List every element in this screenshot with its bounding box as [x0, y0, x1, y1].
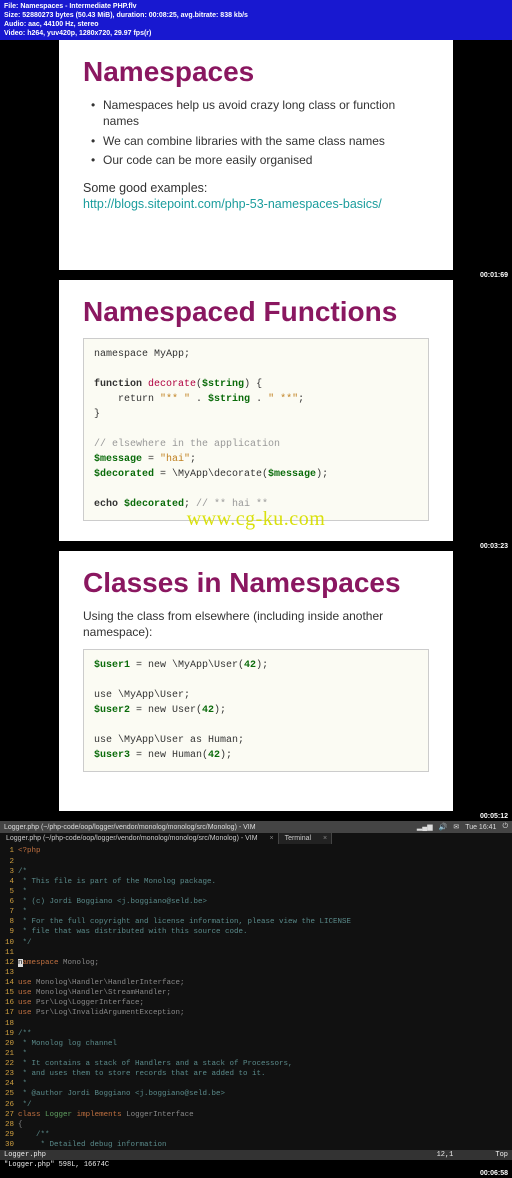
file-info-bar: File: Namespaces - Intermediate PHP.flv …	[0, 0, 512, 40]
file-info-line: File: Namespaces - Intermediate PHP.flv	[4, 2, 508, 11]
slide3-gap: 00:05:12	[0, 811, 512, 821]
terminal-system-bar: Logger.php (~/php-code/oop/logger/vendor…	[0, 821, 512, 833]
vim-line: 13	[0, 968, 512, 978]
slide3-subtitle: Using the class from elsewhere (includin…	[83, 609, 429, 640]
terminal-tab-vim[interactable]: Logger.php (~/php-code/oop/logger/vendor…	[0, 833, 279, 844]
slide-1-wrap: Namespaces Namespaces help us avoid craz…	[0, 40, 512, 270]
vim-line: 12namespace Monolog;	[0, 958, 512, 968]
file-info-line: Audio: aac, 44100 Hz, stereo	[4, 20, 508, 29]
mail-icon: ✉	[453, 823, 459, 831]
power-icon: ⏻	[502, 823, 508, 831]
terminal-tab-shell[interactable]: Terminal×	[279, 833, 332, 844]
volume-icon: 🔊	[439, 823, 448, 831]
vim-status-bar: Logger.php 12,1 Top	[0, 1150, 512, 1160]
watermark: www.cg-ku.com	[187, 508, 326, 531]
close-icon[interactable]: ×	[323, 835, 327, 842]
vim-editor-body[interactable]: 1<?php23/*4 * This file is part of the M…	[0, 844, 512, 1150]
terminal-window-title: Logger.php (~/php-code/oop/logger/vendor…	[4, 824, 256, 831]
slide-classes-namespaces: Classes in Namespaces Using the class fr…	[59, 551, 453, 811]
vim-line: 24 *	[0, 1079, 512, 1089]
terminal-timestamp: 00:06:58	[480, 1170, 508, 1177]
vim-line: 25 * @author Jordi Boggiano <j.boggiano@…	[0, 1089, 512, 1099]
vim-line: 8 * For the full copyright and license i…	[0, 917, 512, 927]
vim-line: 4 * This file is part of the Monolog pac…	[0, 877, 512, 887]
vim-line: 30 * Detailed debug information	[0, 1140, 512, 1150]
vim-line: 7 *	[0, 907, 512, 917]
vim-line: 29 /**	[0, 1130, 512, 1140]
close-icon[interactable]: ×	[269, 835, 273, 842]
vim-status-position: 12,1	[437, 1151, 454, 1159]
slide3-title: Classes in Namespaces	[83, 567, 429, 599]
file-info-line: Video: h264, yuv420p, 1280x720, 29.97 fp…	[4, 29, 508, 38]
slide1-bullet: We can combine libraries with the same c…	[103, 134, 429, 150]
vim-line: 1<?php	[0, 846, 512, 856]
slide2-code: namespace MyApp; function decorate($stri…	[83, 338, 429, 521]
wifi-icon: ▂▄▆	[417, 823, 433, 831]
slide1-examples-label: Some good examples:	[83, 181, 429, 195]
vim-line: 5 *	[0, 887, 512, 897]
vim-command-line: "Logger.php" 598L, 16674C	[0, 1160, 512, 1170]
vim-line: 16use Psr\Log\LoggerInterface;	[0, 998, 512, 1008]
vim-line: 19/**	[0, 1029, 512, 1039]
slide1-link[interactable]: http://blogs.sitepoint.com/php-53-namesp…	[83, 197, 382, 211]
vim-line: 28{	[0, 1120, 512, 1130]
slide-2-wrap: Namespaced Functions namespace MyApp; fu…	[0, 280, 512, 541]
slide-3-wrap: Classes in Namespaces Using the class fr…	[0, 551, 512, 811]
slide3-timestamp: 00:05:12	[480, 813, 508, 820]
slide-namespaced-functions: Namespaced Functions namespace MyApp; fu…	[59, 280, 453, 541]
vim-line: 23 * and uses them to store records that…	[0, 1069, 512, 1079]
slide1-bullets: Namespaces help us avoid crazy long clas…	[83, 98, 429, 168]
clock: Tue 16:41	[465, 824, 496, 831]
vim-line: 15use Monolog\Handler\StreamHandler;	[0, 988, 512, 998]
slide1-gap: 00:01:69	[0, 270, 512, 280]
vim-line: 14use Monolog\Handler\HandlerInterface;	[0, 978, 512, 988]
slide2-gap: 00:03:23	[0, 541, 512, 551]
vim-line: 9 * file that was distributed with this …	[0, 927, 512, 937]
vim-line: 18	[0, 1019, 512, 1029]
slide1-bullet: Namespaces help us avoid crazy long clas…	[103, 98, 429, 129]
vim-line: 20 * Monolog log channel	[0, 1039, 512, 1049]
file-info-line: Size: 52880273 bytes (50.43 MiB), durati…	[4, 11, 508, 20]
vim-line: 17use Psr\Log\InvalidArgumentException;	[0, 1008, 512, 1018]
vim-line: 10 */	[0, 938, 512, 948]
vim-status-filename: Logger.php	[4, 1151, 46, 1159]
vim-status-scroll: Top	[495, 1151, 508, 1159]
vim-line: 11	[0, 948, 512, 958]
vim-line: 2	[0, 857, 512, 867]
slide1-timestamp: 00:01:69	[480, 272, 508, 279]
slide1-title: Namespaces	[83, 56, 429, 88]
slide3-code: $user1 = new \MyApp\User(42); use \MyApp…	[83, 649, 429, 772]
vim-line: 26 */	[0, 1100, 512, 1110]
slide2-timestamp: 00:03:23	[480, 543, 508, 550]
slide1-bullet: Our code can be more easily organised	[103, 153, 429, 169]
vim-line: 22 * It contains a stack of Handlers and…	[0, 1059, 512, 1069]
terminal-section: Logger.php (~/php-code/oop/logger/vendor…	[0, 821, 512, 1170]
slide-namespaces: Namespaces Namespaces help us avoid craz…	[59, 40, 453, 270]
slide2-title: Namespaced Functions	[83, 296, 429, 328]
vim-line: 3/*	[0, 867, 512, 877]
system-tray: ▂▄▆ 🔊 ✉ Tue 16:41 ⏻	[417, 823, 508, 831]
terminal-tabbar: Logger.php (~/php-code/oop/logger/vendor…	[0, 833, 512, 844]
vim-line: 6 * (c) Jordi Boggiano <j.boggiano@seld.…	[0, 897, 512, 907]
terminal-gap: 00:06:58	[0, 1170, 512, 1178]
vim-line: 27class Logger implements LoggerInterfac…	[0, 1110, 512, 1120]
vim-line: 21 *	[0, 1049, 512, 1059]
